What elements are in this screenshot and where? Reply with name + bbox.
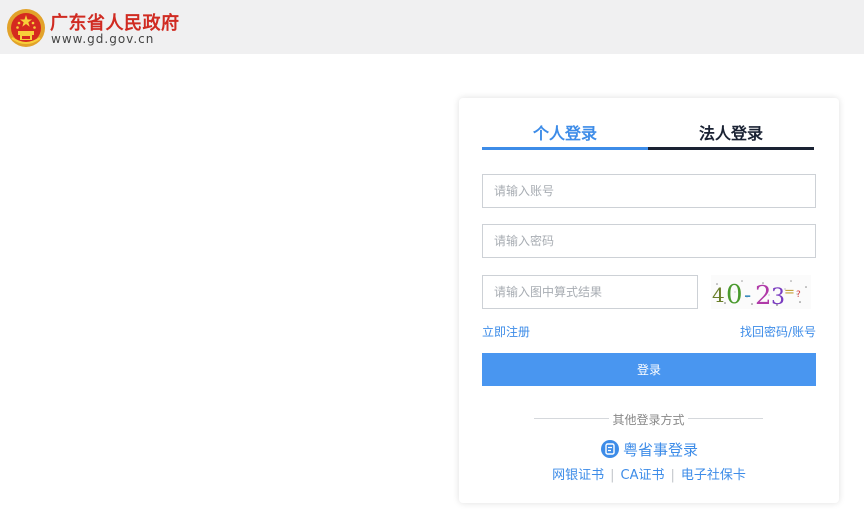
other-methods-label: 其他登录方式 [612,413,685,427]
divider-line [688,418,763,419]
social-security-card-login-link[interactable]: 电子社保卡 [681,468,746,483]
login-button[interactable]: 登录 [482,353,816,386]
captcha-char: = [784,285,795,300]
national-emblem-icon[interactable] [6,8,46,48]
ca-cert-login-link[interactable]: CA证书 [621,468,665,483]
account-input[interactable] [482,174,816,208]
site-header: 广东省人民政府 www.gd.gov.cn [0,0,864,54]
register-link[interactable]: 立即注册 [482,323,530,340]
captcha-char: 4 [712,283,725,307]
captcha-char: ? [796,290,801,300]
separator: | [670,468,675,483]
forgot-password-link[interactable]: 找回密码/账号 [740,323,816,340]
password-input[interactable] [482,224,816,258]
bank-cert-login-link[interactable]: 网银证书 [552,468,604,483]
captcha-char: 2 [755,281,772,309]
captcha-char: 3 [771,285,785,309]
captcha-image[interactable]: 4 0 - 2 3 = ? [711,275,811,309]
alt-login-methods: 网银证书 | CA证书 | 电子社保卡 [459,464,839,483]
yuesheng-login-button[interactable]: 粤省事登录 [601,439,698,459]
tab-legal-login[interactable]: 法人登录 [648,120,814,150]
yuesheng-app-icon [601,440,619,458]
divider-line [534,418,609,419]
captcha-char: - [744,283,751,307]
yuesheng-login-label: 粤省事登录 [623,440,699,459]
login-card: 个人登录 法人登录 4 0 - 2 3 = ? 立即注册 找回密码/账号 登录 … [459,98,839,503]
separator: | [610,468,615,483]
tab-personal-login[interactable]: 个人登录 [482,120,648,150]
captcha-input[interactable] [482,275,698,309]
captcha-char: 0 [726,280,743,309]
site-url[interactable]: www.gd.gov.cn [51,32,154,46]
